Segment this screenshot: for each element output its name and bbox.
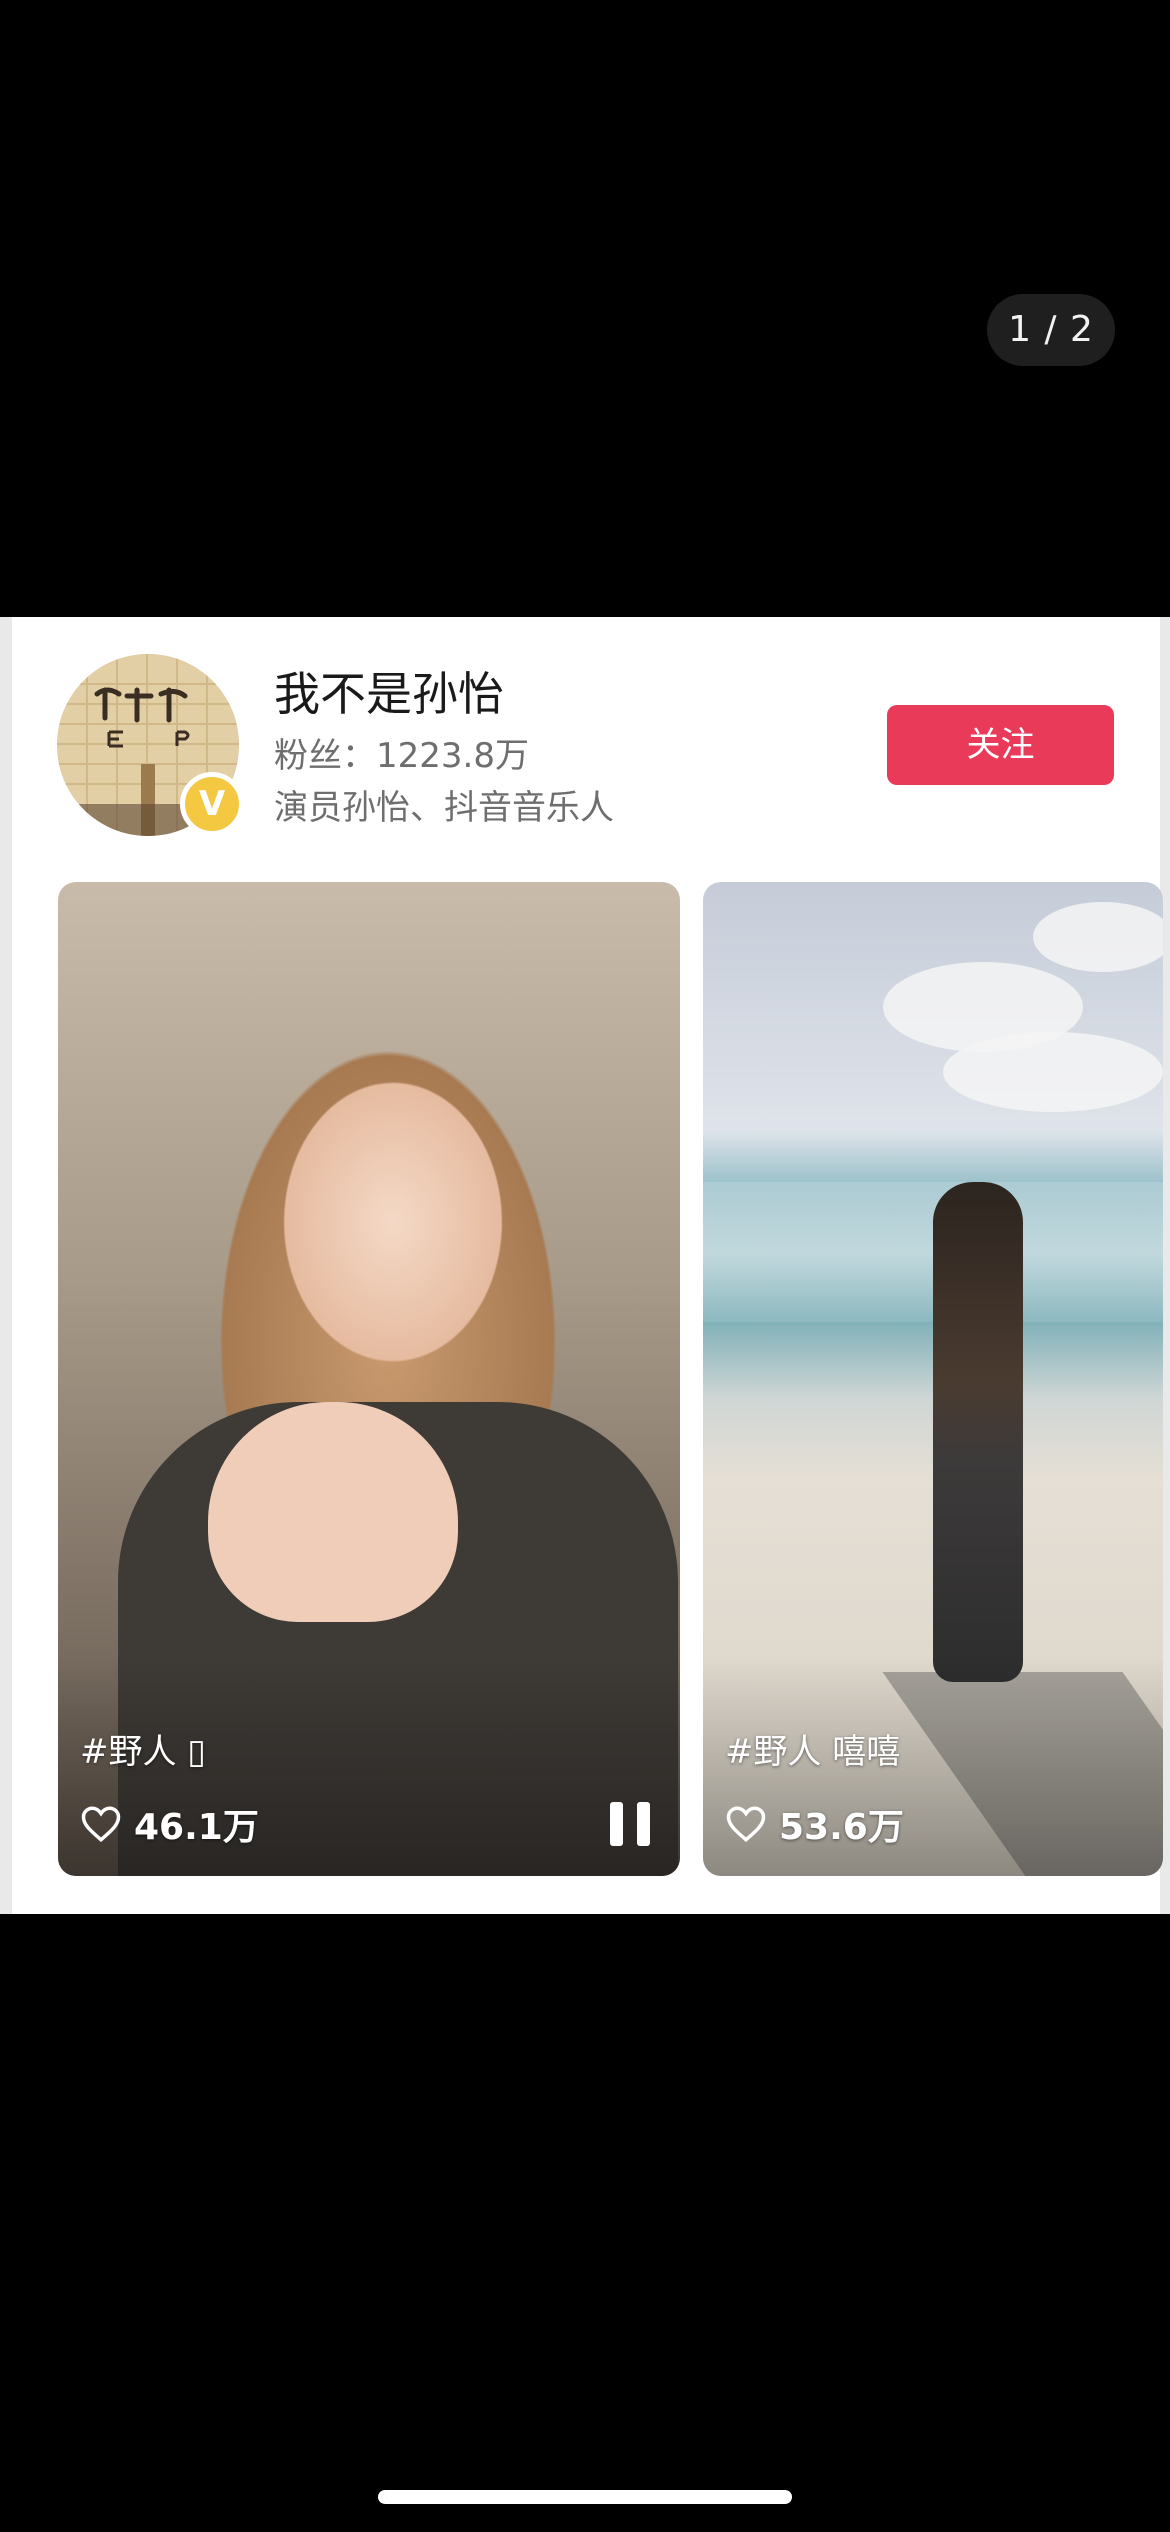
video-caption[interactable]: #野人 嘻嘻 (725, 1728, 900, 1776)
heart-icon (81, 1806, 121, 1843)
like-count-row: 53.6万 (725, 1796, 904, 1852)
screen: 1 / 2 V 我不是孙怡 粉丝：1223.8万 演员孙怡、抖音音乐人 关注 #… (0, 0, 1170, 2532)
video-thumbnail-cloud (943, 1032, 1163, 1112)
page-indicator: 1 / 2 (987, 294, 1115, 366)
video-thumbnail-hands (208, 1402, 458, 1622)
like-count: 53.6万 (779, 1807, 904, 1848)
profile-bio: 演员孙怡、抖音音乐人 (274, 788, 614, 828)
card-edge (0, 617, 12, 1914)
like-count: 46.1万 (134, 1807, 259, 1848)
video-caption[interactable]: #野人 ▯ (80, 1728, 206, 1776)
home-indicator[interactable] (378, 2490, 792, 2504)
username[interactable]: 我不是孙怡 (274, 662, 504, 726)
follow-button[interactable]: 关注 (887, 705, 1114, 785)
heart-icon (726, 1806, 766, 1843)
video-card[interactable]: #野人 嘻嘻 53.6万 (703, 882, 1163, 1876)
like-count-row: 46.1万 (80, 1796, 259, 1852)
video-card[interactable]: #野人 ▯ 46.1万 (58, 882, 680, 1876)
pause-icon[interactable] (610, 1802, 650, 1846)
verified-badge-icon: V (180, 772, 244, 836)
fans-count: 粉丝：1223.8万 (274, 736, 529, 776)
video-thumbnail-cloud (1033, 902, 1163, 972)
video-thumbnail-figure (933, 1182, 1023, 1682)
